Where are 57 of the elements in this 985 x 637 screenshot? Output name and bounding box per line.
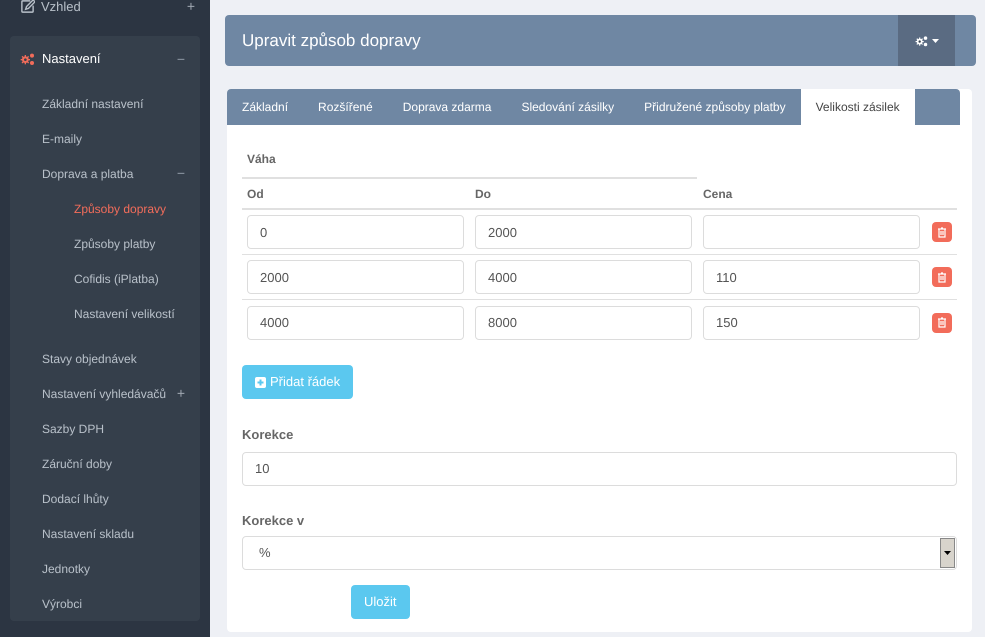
- tab[interactable]: Základní: [227, 89, 304, 125]
- plus-icon: [255, 376, 266, 388]
- tab[interactable]: Doprava zdarma: [388, 89, 506, 125]
- sidebar-item[interactable]: Nastavení skladu: [10, 516, 200, 551]
- tab[interactable]: Rozšířené: [303, 89, 388, 125]
- sidebar-item[interactable]: E-maily: [10, 121, 200, 156]
- expand-toggle[interactable]: +: [186, 0, 195, 17]
- weight-from-field[interactable]: 0: [247, 215, 464, 249]
- price-field[interactable]: [703, 215, 920, 249]
- gears-icon: [914, 34, 928, 46]
- settings-dropdown-button[interactable]: [898, 15, 955, 66]
- caret-icon: [932, 38, 938, 42]
- page-title: Upravit způsob dopravy: [242, 30, 421, 52]
- expand-toggle[interactable]: −: [176, 163, 185, 184]
- sidebar-item[interactable]: Způsoby platby: [10, 226, 200, 261]
- sidebar-item[interactable]: Jednotky: [10, 551, 200, 586]
- delete-row-button[interactable]: [932, 312, 952, 332]
- correction-field[interactable]: 10: [242, 452, 957, 486]
- field-label: Korekce: [242, 426, 294, 444]
- sidebar-item[interactable]: Dodací lhůty: [10, 481, 200, 516]
- trash-icon: [937, 272, 947, 282]
- sidebar-item[interactable]: Nastavení velikostí: [10, 296, 200, 331]
- weight-from-field[interactable]: 4000: [247, 306, 464, 340]
- sidebar-item[interactable]: Záruční doby: [10, 446, 200, 481]
- weight-to-field[interactable]: 8000: [475, 306, 692, 340]
- tab[interactable]: Přidružené způsoby platby: [629, 89, 801, 125]
- sidebar-item[interactable]: Nastavení vyhledávačů +: [10, 376, 200, 411]
- sidebar-section[interactable]: Vzhled +: [0, 0, 210, 24]
- tab[interactable]: Sledování zásilky: [506, 89, 630, 125]
- sidebar-item[interactable]: Doprava a platba −: [10, 156, 200, 191]
- delete-row-button[interactable]: [932, 222, 952, 242]
- weight-to-field[interactable]: 4000: [475, 260, 692, 294]
- expand-toggle[interactable]: −: [176, 48, 185, 70]
- sidebar-item[interactable]: Základní nastavení: [10, 86, 200, 121]
- column-heading: Cena: [703, 186, 734, 202]
- column-group-heading: Váha: [247, 152, 276, 166]
- price-field[interactable]: 150: [703, 306, 920, 340]
- edit-icon: [20, 0, 35, 14]
- sidebar-section[interactable]: Nastavení −: [0, 38, 200, 80]
- price-field[interactable]: 110: [703, 260, 920, 294]
- sidebar-item[interactable]: Sazby DPH: [10, 411, 200, 446]
- column-heading: Do: [475, 186, 492, 202]
- field-label: Korekce v: [242, 512, 306, 530]
- gears-icon: [20, 52, 36, 66]
- tab[interactable]: Velikosti zásilek: [800, 89, 915, 125]
- sidebar-item[interactable]: Výrobci: [10, 586, 200, 621]
- trash-icon: [937, 317, 947, 328]
- sidebar-item[interactable]: Stavy objednávek: [10, 341, 200, 376]
- trash-icon: [937, 226, 947, 238]
- expand-toggle[interactable]: +: [176, 383, 185, 404]
- weight-from-field[interactable]: 2000: [247, 260, 464, 294]
- delete-row-button[interactable]: [932, 267, 952, 287]
- weight-to-field[interactable]: 2000: [475, 215, 692, 249]
- correction-unit-select[interactable]: %: [242, 536, 957, 570]
- column-heading: Od: [247, 186, 265, 202]
- sidebar-item[interactable]: Cofidis (iPlatba): [10, 261, 200, 296]
- sidebar-item[interactable]: Způsoby dopravy: [10, 191, 200, 226]
